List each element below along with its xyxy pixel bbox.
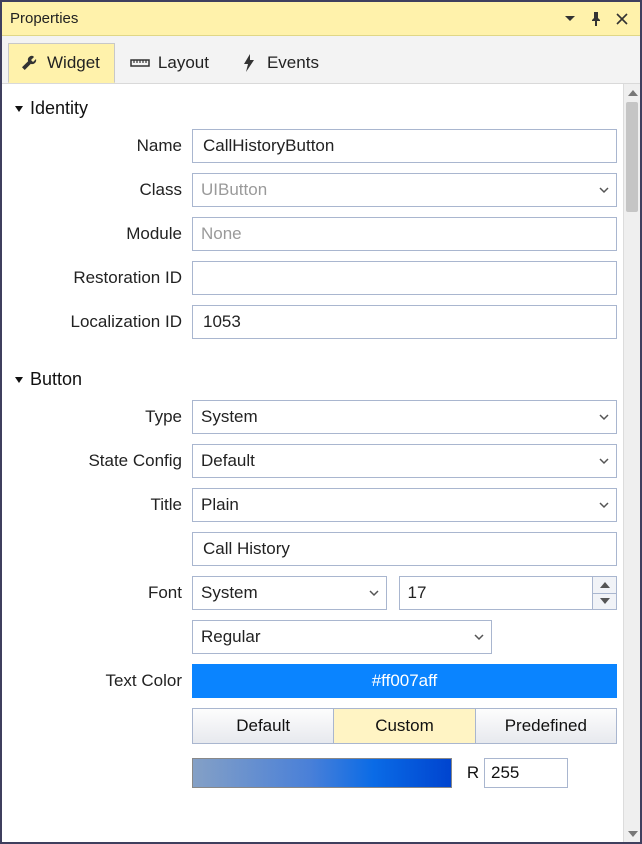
color-gradient-slider[interactable] [192, 758, 452, 788]
seg-predefined[interactable]: Predefined [476, 709, 616, 743]
localization-label: Localization ID [12, 312, 192, 332]
textcolor-label: Text Color [12, 671, 192, 691]
wrench-icon [19, 53, 39, 73]
colormode-segmented: Default Custom Predefined [192, 708, 617, 744]
scroll-thumb[interactable] [626, 102, 638, 212]
stepper-down-icon[interactable] [593, 594, 616, 610]
chevron-down-icon [598, 411, 610, 423]
restoration-input[interactable] [192, 261, 617, 295]
module-value: None [201, 224, 242, 244]
r-channel-label: R [462, 763, 484, 783]
chevron-down-icon [598, 184, 610, 196]
font-label: Font [12, 583, 192, 603]
tab-events-label: Events [267, 53, 319, 73]
seg-default[interactable]: Default [193, 709, 334, 743]
localization-input[interactable] [192, 305, 617, 339]
title-mode-value: Plain [201, 495, 239, 515]
chevron-down-icon [473, 631, 485, 643]
font-size-input[interactable]: 17 [399, 576, 594, 610]
seg-custom[interactable]: Custom [334, 709, 475, 743]
textcolor-swatch[interactable]: #ff007aff [192, 664, 617, 698]
chevron-down-icon [598, 499, 610, 511]
tab-layout[interactable]: Layout [119, 43, 224, 83]
class-value: UIButton [201, 180, 267, 200]
section-identity: Identity Name Class UIButton [12, 98, 617, 339]
section-identity-header[interactable]: Identity [12, 98, 617, 119]
font-size-stepper[interactable] [593, 576, 617, 610]
properties-window: Properties Widget Layout Ev [0, 0, 642, 844]
ruler-icon [130, 53, 150, 73]
tab-events[interactable]: Events [228, 43, 334, 83]
title-label: Title [12, 495, 192, 515]
caret-down-icon [12, 373, 26, 387]
chevron-down-icon [368, 587, 380, 599]
tab-widget[interactable]: Widget [8, 43, 115, 83]
font-weight-combo[interactable]: Regular [192, 620, 492, 654]
name-input[interactable] [192, 129, 617, 163]
tabstrip: Widget Layout Events [2, 36, 640, 84]
type-label: Type [12, 407, 192, 427]
restoration-label: Restoration ID [12, 268, 192, 288]
tab-widget-label: Widget [47, 53, 100, 73]
font-weight-value: Regular [201, 627, 261, 647]
class-label: Class [12, 180, 192, 200]
textcolor-hex: #ff007aff [372, 671, 438, 691]
title-mode-combo[interactable]: Plain [192, 488, 617, 522]
font-family-value: System [201, 583, 258, 603]
vertical-scrollbar[interactable] [623, 84, 640, 842]
scroll-up-arrow[interactable] [624, 84, 640, 101]
stateconfig-label: State Config [12, 451, 192, 471]
caret-down-icon [12, 102, 26, 116]
name-label: Name [12, 136, 192, 156]
titlebar: Properties [2, 2, 640, 36]
properties-content: Identity Name Class UIButton [2, 84, 623, 842]
bolt-icon [239, 53, 259, 73]
window-title: Properties [10, 10, 554, 27]
chevron-down-icon [598, 455, 610, 467]
scroll-down-arrow[interactable] [624, 825, 640, 842]
r-channel-input[interactable]: 255 [484, 758, 568, 788]
stateconfig-combo[interactable]: Default [192, 444, 617, 478]
title-text-input[interactable] [192, 532, 617, 566]
font-family-combo[interactable]: System [192, 576, 387, 610]
pin-icon[interactable] [586, 9, 606, 29]
stateconfig-value: Default [201, 451, 255, 471]
module-label: Module [12, 224, 192, 244]
dropdown-button[interactable] [560, 9, 580, 29]
tab-layout-label: Layout [158, 53, 209, 73]
close-icon[interactable] [612, 9, 632, 29]
type-value: System [201, 407, 258, 427]
section-button: Button Type System State Config [12, 369, 617, 788]
module-input[interactable]: None [192, 217, 617, 251]
section-button-header[interactable]: Button [12, 369, 617, 390]
class-combo[interactable]: UIButton [192, 173, 617, 207]
section-button-label: Button [30, 369, 82, 390]
type-combo[interactable]: System [192, 400, 617, 434]
stepper-up-icon[interactable] [593, 577, 616, 594]
section-identity-label: Identity [30, 98, 88, 119]
